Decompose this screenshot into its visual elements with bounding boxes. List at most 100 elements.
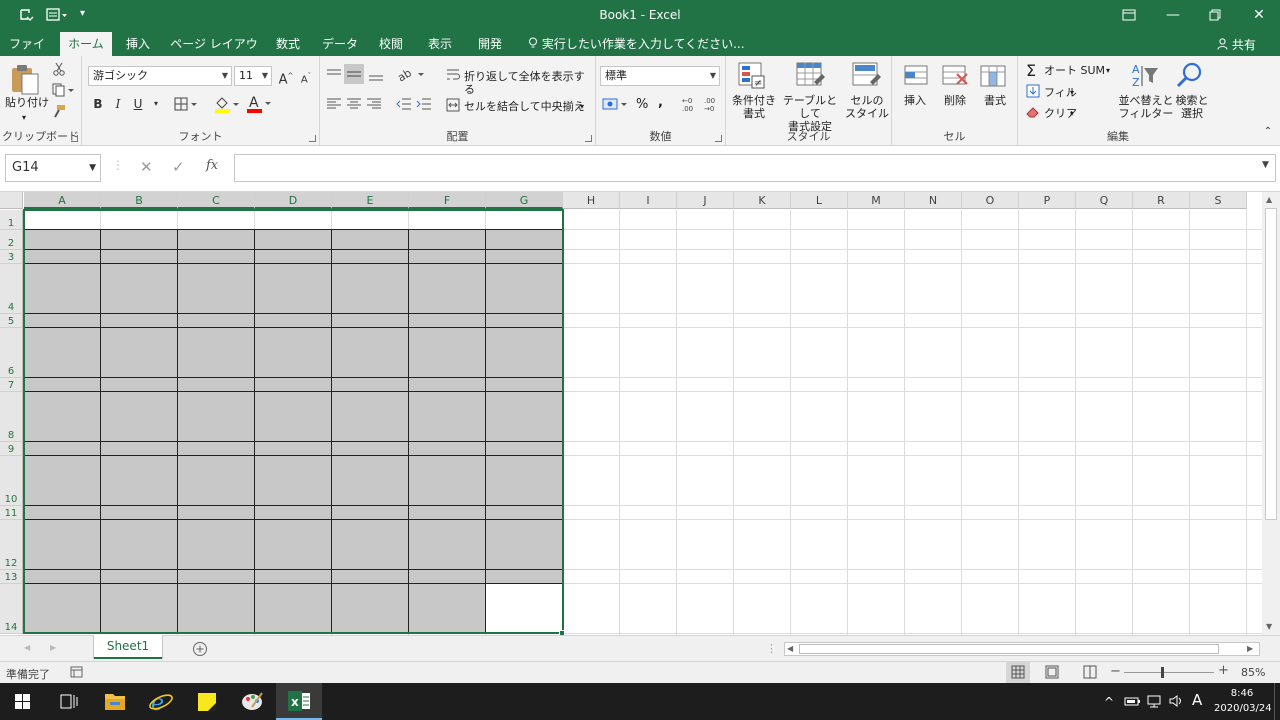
column-header-l[interactable]: L xyxy=(791,192,848,209)
row-header-13[interactable]: 13 xyxy=(0,570,23,584)
paste-icon[interactable] xyxy=(10,62,42,99)
volume-icon[interactable] xyxy=(1168,694,1186,711)
column-header-o[interactable]: O xyxy=(962,192,1019,209)
restore-button[interactable] xyxy=(1200,4,1230,26)
column-header-a[interactable]: A xyxy=(24,192,101,209)
bold-button[interactable]: B xyxy=(88,94,108,114)
fill-down-icon[interactable] xyxy=(1026,84,1040,101)
row-header-10[interactable]: 10 xyxy=(0,456,23,506)
font-launcher[interactable] xyxy=(309,135,316,142)
tab-page-layout[interactable]: ページ レイアウト xyxy=(168,32,260,75)
italic-button[interactable]: I xyxy=(108,94,128,114)
delete-cells-icon[interactable] xyxy=(942,62,970,93)
column-header-b[interactable]: B xyxy=(101,192,178,209)
borders-icon[interactable] xyxy=(174,97,198,114)
zoom-level[interactable]: 85% xyxy=(1241,666,1265,679)
sort-filter-label[interactable]: 並べ替えと フィルター xyxy=(1118,94,1174,120)
format-as-table-icon[interactable] xyxy=(796,62,826,93)
tab-view[interactable]: 表示 xyxy=(420,32,460,56)
wrap-text-icon[interactable] xyxy=(446,68,460,85)
align-bottom-icon[interactable] xyxy=(368,68,384,85)
next-sheet-icon[interactable]: ▶ xyxy=(50,643,56,652)
network-icon[interactable] xyxy=(1146,694,1164,711)
align-left-icon[interactable] xyxy=(326,98,342,113)
sort-filter-icon[interactable]: AZ xyxy=(1130,62,1160,93)
column-header-n[interactable]: N xyxy=(905,192,962,209)
shrink-font-button[interactable]: Aˇ xyxy=(296,66,316,86)
battery-icon[interactable] xyxy=(1124,695,1142,710)
tab-file[interactable]: ファイル xyxy=(4,32,50,75)
insert-cells-icon[interactable] xyxy=(904,62,930,93)
format-painter-icon[interactable] xyxy=(52,104,66,121)
currency-icon[interactable] xyxy=(602,98,630,115)
align-right-icon[interactable] xyxy=(366,98,382,113)
copy-icon[interactable] xyxy=(52,83,76,100)
column-header-f[interactable]: F xyxy=(409,192,486,209)
comma-button[interactable]: , xyxy=(658,96,663,109)
tab-home[interactable]: ホーム xyxy=(60,32,112,56)
ribbon-display-icon[interactable] xyxy=(1114,4,1144,26)
insert-function-icon[interactable]: fx xyxy=(206,158,218,173)
row-header-1[interactable]: 1 xyxy=(0,210,23,230)
minimize-button[interactable]: — xyxy=(1158,4,1188,26)
task-view-icon[interactable] xyxy=(46,683,92,720)
column-header-h[interactable]: H xyxy=(563,192,620,209)
page-break-view-icon[interactable] xyxy=(1082,665,1098,682)
column-header-j[interactable]: J xyxy=(677,192,734,209)
expand-formula-icon[interactable]: ▼ xyxy=(1262,160,1269,170)
scroll-down-icon[interactable]: ▼ xyxy=(1266,622,1272,631)
column-header-e[interactable]: E xyxy=(332,192,409,209)
column-header-d[interactable]: D xyxy=(255,192,332,209)
clock[interactable]: 8:46 2020/03/24 xyxy=(1214,686,1272,716)
column-header-m[interactable]: M xyxy=(848,192,905,209)
paste-label[interactable]: 貼り付け xyxy=(5,96,49,109)
row-header-7[interactable]: 7 xyxy=(0,378,23,392)
paint-icon[interactable] xyxy=(230,683,276,720)
formula-input[interactable] xyxy=(234,154,1276,182)
orientation-icon[interactable]: ab xyxy=(395,66,426,85)
align-middle-icon[interactable] xyxy=(344,64,364,84)
tab-split-grip-icon[interactable]: ⋮ xyxy=(766,642,777,655)
show-desktop-button[interactable] xyxy=(1274,683,1280,720)
file-explorer-icon[interactable] xyxy=(92,683,138,720)
row-header-12[interactable]: 12 xyxy=(0,520,23,570)
percent-button[interactable]: % xyxy=(636,98,648,111)
show-hidden-icons-icon[interactable]: ^ xyxy=(1104,695,1114,709)
column-header-i[interactable]: I xyxy=(620,192,677,209)
increase-decimal-icon[interactable]: ←0.00 xyxy=(680,96,698,115)
autosum-caret[interactable]: ▾ xyxy=(1106,64,1110,77)
delete-cells-label[interactable]: 削除 xyxy=(944,94,966,107)
row-header-2[interactable]: 2 xyxy=(0,230,23,250)
zoom-slider-track[interactable] xyxy=(1124,672,1214,673)
excel-taskbar-icon[interactable]: x xyxy=(276,683,322,720)
tab-formulas[interactable]: 数式 xyxy=(268,32,308,56)
conditional-formatting-label[interactable]: 条件付き 書式 xyxy=(731,94,777,120)
merge-center-label[interactable]: セルを結合して中央揃え xyxy=(464,100,585,113)
cut-icon[interactable] xyxy=(52,62,66,79)
conditional-formatting-icon[interactable]: ≠ xyxy=(738,62,766,93)
sticky-notes-icon[interactable] xyxy=(184,683,230,720)
column-header-g[interactable]: G xyxy=(486,192,563,209)
cell-styles-icon[interactable] xyxy=(852,62,882,93)
scroll-left-icon[interactable]: ◀ xyxy=(787,644,793,653)
number-format-select[interactable]: 標準 ▼ xyxy=(600,66,720,86)
column-header-k[interactable]: K xyxy=(734,192,791,209)
enter-icon[interactable]: ✓ xyxy=(172,158,185,176)
row-header-5[interactable]: 5 xyxy=(0,314,23,328)
row-header-4[interactable]: 4 xyxy=(0,264,23,314)
scroll-up-icon[interactable]: ▲ xyxy=(1266,195,1272,204)
tab-review[interactable]: 校閲 xyxy=(372,32,410,56)
merge-center-caret[interactable]: ▾ xyxy=(580,100,584,113)
autosum-label[interactable]: オート SUM xyxy=(1044,64,1105,77)
alignment-launcher[interactable] xyxy=(585,135,592,142)
format-cells-icon[interactable] xyxy=(980,62,1008,93)
tab-data[interactable]: データ xyxy=(318,32,362,56)
prev-sheet-icon[interactable]: ◀ xyxy=(24,643,30,652)
page-layout-view-icon[interactable] xyxy=(1044,665,1060,682)
align-center-icon[interactable] xyxy=(346,98,362,113)
ime-indicator[interactable]: A xyxy=(1192,691,1202,709)
tab-insert[interactable]: 挿入 xyxy=(118,32,158,56)
internet-explorer-icon[interactable]: e xyxy=(138,683,184,720)
clear-caret[interactable]: ▾ xyxy=(1070,107,1074,120)
column-header-r[interactable]: R xyxy=(1133,192,1190,209)
